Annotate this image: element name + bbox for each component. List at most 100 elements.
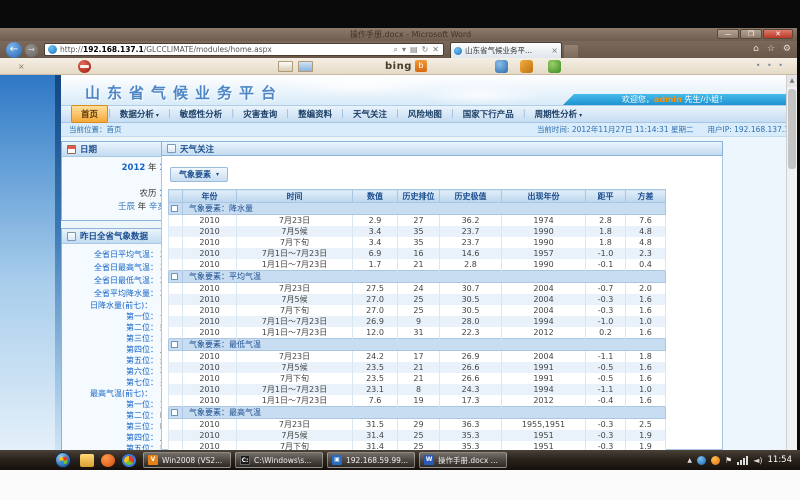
start-button[interactable] <box>55 452 71 468</box>
nav-item[interactable]: 国家下行产品 <box>454 106 523 122</box>
table-cell: 27.0 <box>353 294 398 305</box>
explorer-icon[interactable] <box>80 454 94 467</box>
table-cell: 27.5 <box>353 283 398 295</box>
maximize-button[interactable]: ❐ <box>740 29 762 39</box>
nav-item[interactable]: 整编资料 <box>289 106 341 122</box>
table-cell: 2.8 <box>586 215 626 227</box>
forward-button[interactable]: → <box>25 44 38 57</box>
section-row[interactable]: 气象要素：最低气温 <box>169 339 666 351</box>
table-row: 20107月23日31.52936.31955,1951-0.32.5 <box>169 419 666 431</box>
section-row[interactable]: 气象要素：平均气温 <box>169 271 666 283</box>
table-cell: 2004 <box>502 294 586 305</box>
tab-title: 山东省气候业务平... <box>465 45 532 56</box>
ie-tray-icon[interactable] <box>697 456 706 465</box>
toggle-cell <box>169 395 183 407</box>
address-bar[interactable]: http://192.168.137.1/GLCCLIMATE/modules/… <box>44 43 444 56</box>
stat-label: 全省日平均气温： <box>62 248 158 261</box>
table-cell: 25 <box>398 430 440 441</box>
new-tab-button[interactable] <box>564 45 578 58</box>
search-icon[interactable]: ⌕ <box>394 45 398 55</box>
minimize-button[interactable]: — <box>717 29 739 39</box>
taskbar-button-word[interactable]: W操作手册.docx ... <box>419 452 507 468</box>
more-options-icon[interactable]: • • • <box>756 61 785 70</box>
home-icon[interactable]: ⌂ <box>753 44 759 54</box>
nav-item[interactable]: 敏感性分析 <box>171 106 232 122</box>
section-toggle-cell <box>169 271 183 283</box>
table-cell: 4.8 <box>626 237 666 248</box>
word-icon: W <box>424 455 434 465</box>
rank-label: 第五位： <box>62 355 158 366</box>
toolbar-close-icon[interactable]: × <box>18 62 25 71</box>
taskbar-button-label: 192.168.59.99... <box>346 456 408 465</box>
section-toggle-icon[interactable] <box>171 341 178 348</box>
taskbar-button-rdp[interactable]: ▣192.168.59.99... <box>327 452 415 468</box>
weather-element-button[interactable]: 气象要素▾ <box>170 167 228 182</box>
nav-item[interactable]: 灾害查询 <box>234 106 286 122</box>
nav-item[interactable]: 周期性分析▾ <box>526 106 592 122</box>
table-cell: 1.6 <box>626 305 666 316</box>
mail-icon[interactable] <box>278 61 293 72</box>
weather-panel-title: 昨日全省气象数据 <box>80 230 148 242</box>
favorites-star-icon[interactable]: ☆ <box>767 44 775 54</box>
clock[interactable]: 11:54 <box>768 455 793 465</box>
taskbar-button-label: C:\Windows\s... <box>254 456 311 465</box>
taskbar-button-label: Win2008 (VS2... <box>162 456 222 465</box>
refresh-icon[interactable]: ↻ <box>422 45 429 55</box>
nav-item[interactable]: 风险地图 <box>399 106 451 122</box>
calendar-icon <box>67 145 76 154</box>
username: admin <box>654 95 682 104</box>
section-row[interactable]: 气象要素：降水量 <box>169 203 666 215</box>
tab-close-icon[interactable]: × <box>551 46 558 55</box>
table-cell: 23.7 <box>440 226 502 237</box>
sparkle-icon[interactable] <box>520 60 533 73</box>
table-cell: 7月5候 <box>237 362 353 373</box>
table-row: 20107月23日24.21726.92004-1.11.8 <box>169 351 666 363</box>
bing-badge-icon: b <box>415 60 427 72</box>
community-icon[interactable] <box>548 60 561 73</box>
nav-item[interactable]: 数据分析▾ <box>111 106 168 122</box>
bing-toolbar[interactable]: bing b <box>385 60 427 72</box>
chrome-icon[interactable] <box>122 454 136 467</box>
volume-icon[interactable]: ◄) <box>753 456 762 465</box>
table-cell: 27.0 <box>353 305 398 316</box>
table-cell: 1990 <box>502 237 586 248</box>
compatibility-view-icon[interactable]: ▤ <box>410 45 418 55</box>
taskbar-button-cmd[interactable]: C:C:\Windows\s... <box>235 452 323 468</box>
table-cell: 2012 <box>502 395 586 407</box>
table-cell: 25 <box>398 305 440 316</box>
table-cell: 6.9 <box>353 248 398 259</box>
scrollbar-thumb[interactable] <box>788 89 796 169</box>
network-icon[interactable] <box>737 456 748 465</box>
stop-icon[interactable]: ✕ <box>432 45 439 55</box>
addon-logo-icon[interactable] <box>78 60 91 73</box>
scroll-up-icon[interactable]: ▲ <box>787 75 797 87</box>
close-button[interactable]: ✕ <box>763 29 793 39</box>
back-button[interactable]: ← <box>6 42 22 58</box>
alert-tray-icon[interactable] <box>711 456 720 465</box>
chevron-down-icon[interactable]: ▾ <box>402 45 406 55</box>
message-icon[interactable] <box>298 61 313 72</box>
camera-icon[interactable] <box>495 60 508 73</box>
section-row[interactable]: 气象要素：最高气温 <box>169 407 666 419</box>
firefox-icon[interactable] <box>101 454 115 467</box>
section-toggle-icon[interactable] <box>171 273 178 280</box>
toggle-cell <box>169 259 183 271</box>
table-cell: -0.7 <box>586 283 626 295</box>
tools-gear-icon[interactable]: ⚙ <box>783 44 791 54</box>
browser-tab[interactable]: 山东省气候业务平... × <box>450 42 562 58</box>
show-hidden-icons[interactable]: ▲ <box>687 457 692 464</box>
table-cell: 7月1日～7月23日 <box>237 316 353 327</box>
taskbar-button-vmware[interactable]: VWin2008 (VS2... <box>143 452 231 468</box>
section-toggle-icon[interactable] <box>171 409 178 416</box>
nav-item[interactable]: 天气关注 <box>344 106 396 122</box>
toggle-cell <box>169 226 183 237</box>
table-cell: 19 <box>398 395 440 407</box>
panel-icon <box>167 144 176 153</box>
table-cell: 35 <box>398 226 440 237</box>
nav-item[interactable]: 首页 <box>71 105 108 123</box>
table-cell: 1.8 <box>586 237 626 248</box>
vertical-scrollbar[interactable]: ▲ <box>786 75 797 450</box>
section-toggle-icon[interactable] <box>171 205 178 212</box>
bing-logo: bing <box>385 61 412 72</box>
action-center-flag-icon[interactable]: ⚑ <box>725 456 732 465</box>
